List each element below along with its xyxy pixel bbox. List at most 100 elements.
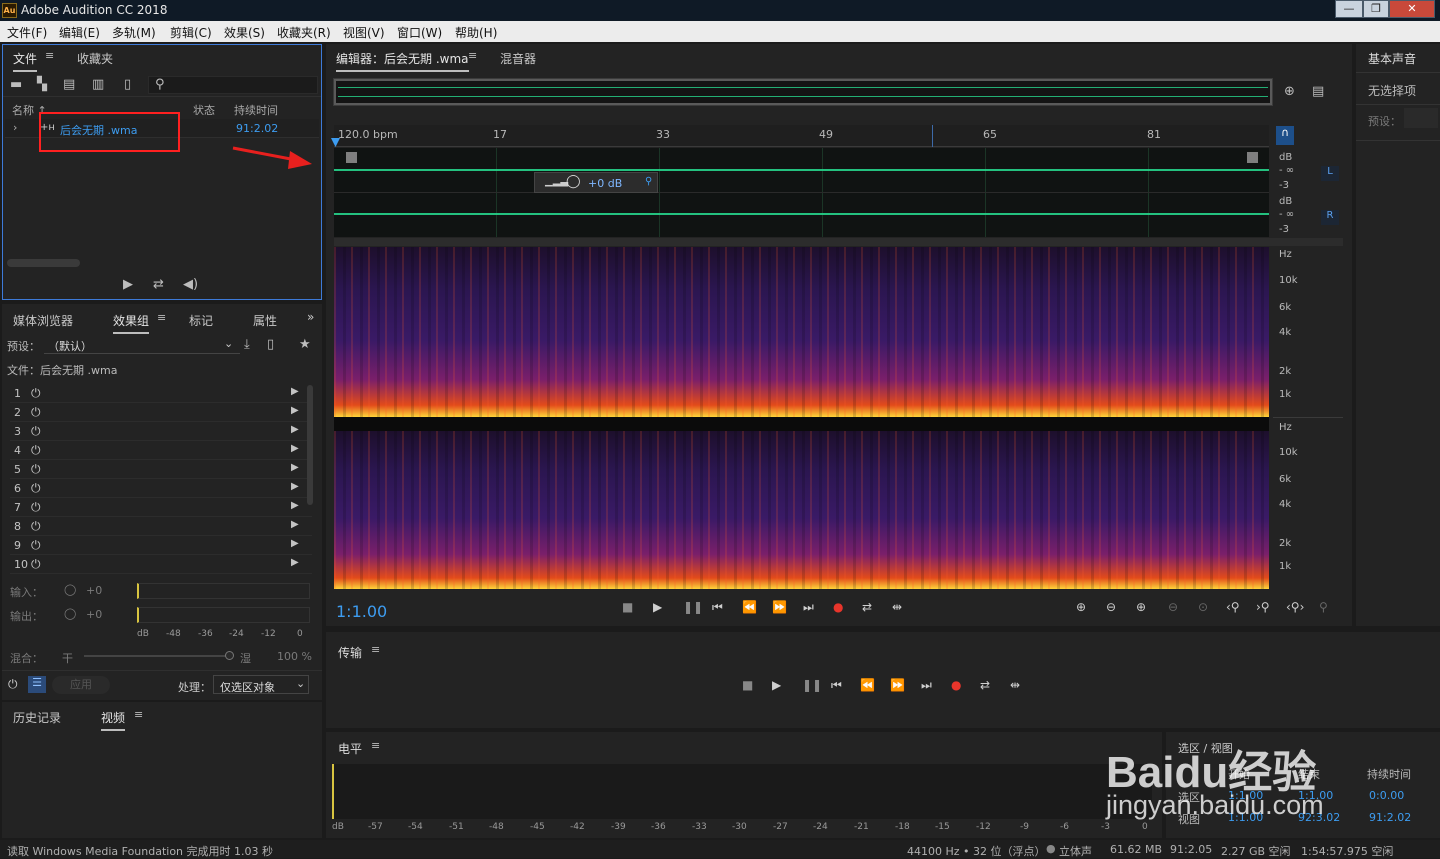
zoom-out-time-icon[interactable]: ⊖: [1168, 600, 1178, 614]
skip-end-icon[interactable]: ⏭: [803, 600, 814, 615]
selection-duration[interactable]: 0:0.00: [1369, 789, 1404, 802]
mix-slider-handle[interactable]: [225, 651, 234, 660]
view-duration[interactable]: 91:2.02: [1369, 811, 1411, 824]
effect-slot[interactable]: 2 ⏻ ▶: [10, 404, 312, 422]
essential-preset-select[interactable]: [1404, 108, 1438, 128]
selection-end[interactable]: 1:1.00: [1298, 789, 1333, 802]
overview-viewport[interactable]: [334, 79, 1272, 105]
power-icon[interactable]: ⏻: [31, 462, 41, 477]
slot-arrow-icon[interactable]: ▶: [291, 405, 299, 416]
zoom-in-amplitude-icon[interactable]: ⊕: [1076, 600, 1086, 614]
input-knob-icon[interactable]: ◯: [64, 583, 76, 596]
effect-slot[interactable]: 5 ⏻ ▶: [10, 461, 312, 479]
skip-selection-icon[interactable]: ⇹: [892, 600, 902, 614]
more-tabs-icon[interactable]: »: [307, 310, 314, 324]
zoom-reset-icon[interactable]: ⚲: [1319, 600, 1328, 614]
menu-help[interactable]: 帮助(H): [455, 24, 497, 41]
autoplay-icon[interactable]: ◀): [183, 277, 198, 292]
stop-icon[interactable]: ■: [742, 678, 753, 692]
apply-button[interactable]: 应用: [52, 676, 110, 694]
menu-effects[interactable]: 效果(S): [224, 24, 265, 41]
menu-favorites[interactable]: 收藏夹(R): [277, 24, 331, 41]
loop-icon[interactable]: ⇄: [153, 277, 164, 292]
zoom-full-icon[interactable]: ⊙: [1198, 600, 1208, 614]
slot-arrow-icon[interactable]: ▶: [291, 481, 299, 492]
output-knob-icon[interactable]: ◯: [64, 607, 76, 620]
effect-slot[interactable]: 10 ⏻ ▶: [10, 556, 312, 574]
tab-favorites[interactable]: 收藏夹: [77, 50, 113, 67]
effect-slot[interactable]: 7 ⏻ ▶: [10, 499, 312, 517]
slot-arrow-icon[interactable]: ▶: [291, 462, 299, 473]
view-splitter[interactable]: [334, 238, 1343, 246]
skip-end-icon[interactable]: ⏭: [921, 678, 932, 693]
slot-arrow-icon[interactable]: ▶: [291, 424, 299, 435]
tab-files[interactable]: 文件: [13, 50, 38, 72]
panel-menu-icon[interactable]: ≡: [371, 739, 380, 752]
power-icon[interactable]: ⏻: [31, 405, 41, 420]
fast-forward-icon[interactable]: ⏩: [890, 678, 905, 692]
close-button[interactable]: ✕: [1389, 0, 1435, 18]
effect-slot[interactable]: 9 ⏻ ▶: [10, 537, 312, 555]
preset-select[interactable]: （默认） ⌄: [44, 335, 240, 354]
delete-icon[interactable]: ▯: [124, 77, 131, 92]
fade-in-handle[interactable]: [346, 152, 357, 163]
rack-power-icon[interactable]: ⏻: [8, 677, 18, 692]
tab-media-browser[interactable]: 媒体浏览器: [13, 312, 73, 329]
record-icon[interactable]: ●: [833, 600, 843, 614]
panel-menu-icon[interactable]: ≡: [468, 49, 477, 62]
menu-view[interactable]: 视图(V): [343, 24, 385, 41]
menu-window[interactable]: 窗口(W): [397, 24, 442, 41]
search-input[interactable]: ⚲: [148, 76, 318, 94]
rewind-icon[interactable]: ⏪: [742, 600, 757, 614]
loop-icon[interactable]: ⇄: [980, 678, 990, 692]
time-display[interactable]: 1:1.00: [336, 602, 387, 621]
panel-menu-icon[interactable]: ≡: [45, 49, 54, 62]
fast-forward-icon[interactable]: ⏩: [772, 600, 787, 614]
skip-selection-icon[interactable]: ⇹: [1010, 678, 1020, 692]
tab-history[interactable]: 历史记录: [13, 709, 61, 726]
effect-slot[interactable]: 1 ⏻ ▶: [10, 385, 312, 403]
power-icon[interactable]: ⏻: [31, 424, 41, 439]
channel-r-toggle[interactable]: R: [1321, 210, 1339, 225]
view-options-icon[interactable]: ▤: [1312, 84, 1324, 99]
view-end[interactable]: 92:3.02: [1298, 811, 1340, 824]
minimize-button[interactable]: —: [1335, 0, 1363, 18]
power-icon[interactable]: ⏻: [31, 386, 41, 401]
power-icon[interactable]: ⏻: [31, 538, 41, 553]
save-preset-icon[interactable]: ⤓: [244, 337, 250, 352]
zoom-out-amplitude-icon[interactable]: ⊖: [1106, 600, 1116, 614]
panel-menu-icon[interactable]: ≡: [134, 708, 143, 721]
spectrogram-left[interactable]: [334, 247, 1269, 417]
zoom-in-point-icon[interactable]: ‹⚲: [1226, 600, 1240, 614]
delete-preset-icon[interactable]: ▯: [267, 337, 274, 352]
hud-volume[interactable]: ▁▂▃ ◯ +0 dB ⚲: [534, 172, 658, 193]
tab-effects-rack[interactable]: 效果组: [113, 312, 150, 334]
slot-arrow-icon[interactable]: ▶: [291, 386, 299, 397]
pin-icon[interactable]: ⚲: [645, 176, 652, 187]
slot-arrow-icon[interactable]: ▶: [291, 557, 299, 568]
headphones-icon[interactable]: ∩: [1276, 126, 1294, 145]
power-icon[interactable]: ⏻: [31, 481, 41, 496]
effect-slot[interactable]: 6 ⏻ ▶: [10, 480, 312, 498]
favorite-star-icon[interactable]: ★: [299, 337, 311, 352]
tab-markers[interactable]: 标记: [189, 312, 213, 329]
tab-properties[interactable]: 属性: [253, 312, 277, 329]
files-scrollbar[interactable]: [7, 259, 80, 267]
slots-scrollbar[interactable]: [307, 385, 313, 505]
loop-icon[interactable]: ⇄: [862, 600, 872, 614]
slot-arrow-icon[interactable]: ▶: [291, 500, 299, 511]
power-icon[interactable]: ⏻: [31, 519, 41, 534]
menu-edit[interactable]: 编辑(E): [59, 24, 100, 41]
column-duration[interactable]: 持续时间: [234, 102, 278, 118]
column-status[interactable]: 状态: [193, 102, 215, 118]
mix-slider[interactable]: [84, 651, 234, 660]
view-start[interactable]: 1:1.00: [1228, 811, 1263, 824]
effect-slot[interactable]: 4 ⏻ ▶: [10, 442, 312, 460]
panel-menu-icon[interactable]: ≡: [157, 311, 166, 324]
zoom-selection-icon[interactable]: ‹⚲›: [1286, 600, 1304, 614]
selection-start[interactable]: 1:1.00: [1228, 789, 1263, 802]
stop-icon[interactable]: ■: [622, 600, 633, 614]
open-folder-icon[interactable]: ▬: [10, 77, 22, 92]
pause-icon[interactable]: ❚❚: [683, 600, 703, 614]
rewind-icon[interactable]: ⏪: [860, 678, 875, 692]
